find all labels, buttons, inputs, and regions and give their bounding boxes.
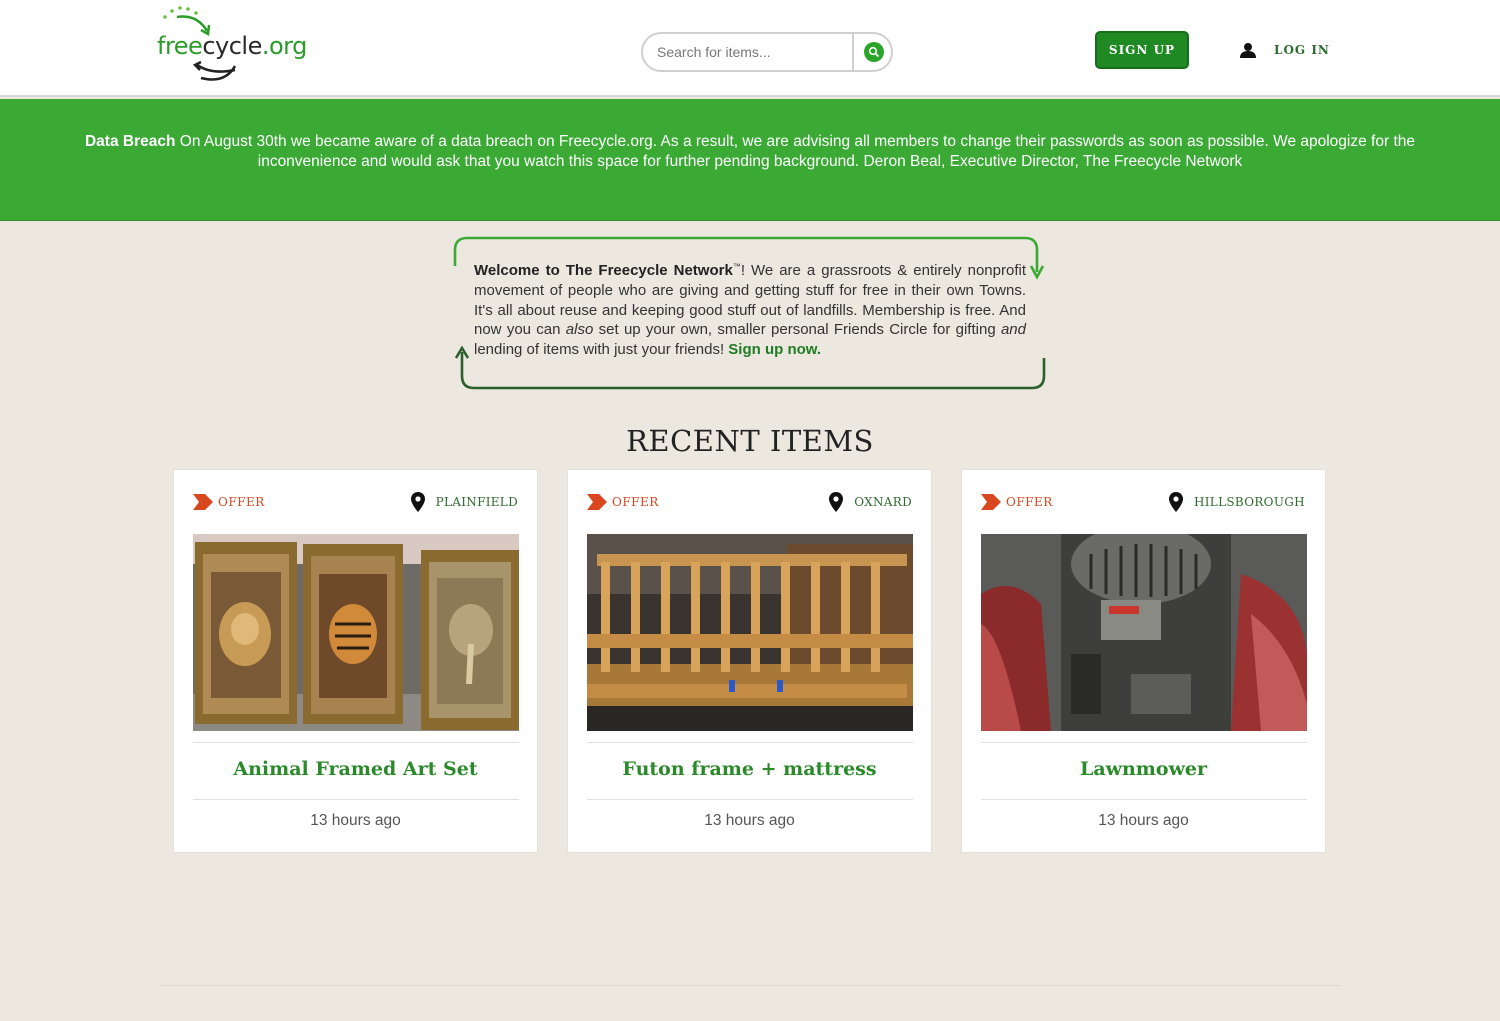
- user-icon: [1240, 43, 1256, 58]
- offer-tag-icon: [981, 494, 1001, 510]
- offer-badge: OFFER: [981, 494, 1053, 510]
- search-button[interactable]: [864, 42, 884, 62]
- futon-photo: [587, 534, 913, 731]
- item-location[interactable]: HILLSBOROUGH...: [1169, 492, 1306, 512]
- offer-badge: OFFER: [587, 494, 659, 510]
- item-time: 13 hours ago: [704, 812, 795, 829]
- item-card[interactable]: OFFER HILLSBOROUGH... Lawnmower 13 hours…: [961, 469, 1326, 853]
- location-pin-icon: [1169, 492, 1183, 512]
- signup-button[interactable]: SIGN UP: [1095, 31, 1189, 69]
- location-pin-icon: [829, 492, 844, 512]
- item-title[interactable]: Futon frame + mattress: [568, 758, 931, 780]
- item-time: 13 hours ago: [1098, 812, 1189, 829]
- banner-title: Data Breach: [84, 133, 176, 150]
- location-label: OXNARD: [854, 495, 912, 509]
- card-divider: [587, 799, 913, 800]
- card-divider: [981, 742, 1307, 743]
- offer-tag-icon: [587, 494, 607, 510]
- banner-text: Data Breach On August 30th we became awa…: [70, 132, 1430, 172]
- item-card[interactable]: OFFER OXNARD Futon frame + mattress 13 h…: [567, 469, 932, 853]
- item-location[interactable]: PLAINFIELD: [410, 492, 518, 512]
- welcome-text-2: set up your own, smaller personal Friend…: [593, 321, 1001, 339]
- location-pin-icon: [410, 492, 425, 512]
- welcome-and: and: [1000, 321, 1026, 339]
- item-time: 13 hours ago: [310, 812, 401, 829]
- welcome-title: Welcome to The Freecycle Network: [474, 262, 733, 279]
- item-photo[interactable]: [981, 534, 1307, 731]
- trademark: ™: [732, 262, 741, 271]
- welcome-text-3: lending of items with just your friends!: [474, 341, 729, 359]
- recent-items-heading: RECENT ITEMS: [626, 424, 874, 458]
- item-photo[interactable]: [587, 534, 913, 731]
- offer-label: OFFER: [1006, 495, 1053, 509]
- card-divider: [981, 799, 1307, 800]
- card-divider: [193, 742, 519, 743]
- card-divider: [193, 799, 519, 800]
- search-input[interactable]: [657, 41, 847, 63]
- item-location[interactable]: OXNARD: [829, 492, 912, 512]
- login-label: LOG IN: [1274, 43, 1330, 57]
- offer-label: OFFER: [612, 495, 659, 509]
- item-photo[interactable]: [193, 534, 519, 731]
- welcome-also: also: [565, 321, 594, 339]
- card-divider: [587, 742, 913, 743]
- item-title[interactable]: Animal Framed Art Set: [174, 758, 537, 780]
- logo-text: freecycle.org: [157, 32, 307, 60]
- footer-divider: [160, 985, 1340, 986]
- welcome-box: Welcome to The Freecycle Network™! We ar…: [453, 236, 1047, 392]
- search-box: [641, 32, 893, 72]
- welcome-text: Welcome to The Freecycle Network™! We ar…: [474, 257, 1026, 360]
- item-card[interactable]: OFFER PLAINFIELD Animal Framed Art Set 1…: [173, 469, 538, 853]
- signup-now-link[interactable]: Sign up now.: [728, 341, 821, 358]
- offer-label: OFFER: [218, 495, 265, 509]
- banner-message: On August 30th we became aware of a data…: [179, 133, 1415, 170]
- location-label: HILLSBOROUGH...: [1194, 495, 1306, 509]
- lawnmower-photo: [981, 534, 1307, 731]
- freecycle-logo[interactable]: freecycle.org: [155, 4, 330, 84]
- data-breach-banner: Data Breach On August 30th we became awa…: [0, 99, 1500, 221]
- offer-badge: OFFER: [193, 494, 265, 510]
- login-link[interactable]: LOG IN: [1240, 40, 1330, 60]
- item-title[interactable]: Lawnmower: [962, 758, 1325, 780]
- search-divider: [852, 34, 854, 70]
- location-label: PLAINFIELD: [435, 495, 518, 509]
- offer-tag-icon: [193, 494, 213, 510]
- site-header: freecycle.org SIGN UP LOG IN: [0, 0, 1500, 97]
- animal-art-photo: [193, 534, 519, 731]
- search-icon: [868, 46, 880, 58]
